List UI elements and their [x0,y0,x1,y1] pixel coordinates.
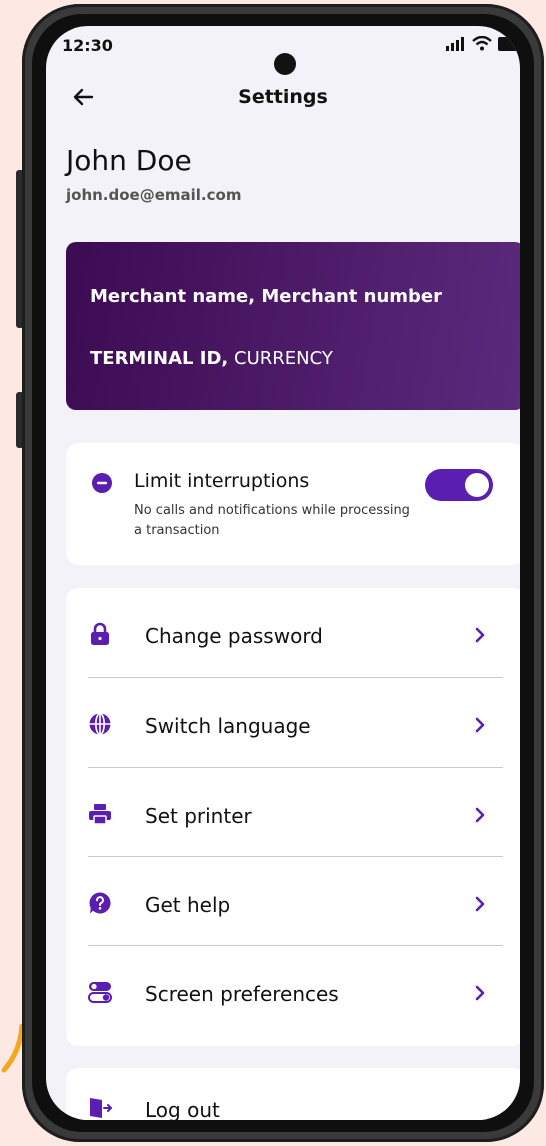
settings-menu: Change password Switch language Set prin… [66,588,520,1046]
help-icon [89,892,111,914]
limit-interruptions-title: Limit interruptions [134,470,310,492]
app-bar: Settings [46,78,520,118]
currency-label: CURRENCY [234,348,333,369]
menu-item-change-password[interactable]: Change password [66,588,520,677]
menu-item-get-help[interactable]: Get help [66,857,520,946]
limit-interruptions-toggle[interactable] [425,469,493,501]
toggles-icon [88,982,112,1003]
page-title: Settings [238,86,328,108]
globe-icon [89,712,111,736]
status-time: 12:30 [62,36,113,55]
signal-icon [446,36,464,51]
menu-item-label: Change password [145,624,323,648]
menu-item-label: Switch language [145,714,311,738]
limit-interruptions-description: No calls and notifications while process… [134,503,410,538]
toggle-knob [465,473,489,497]
status-icons [446,36,520,51]
logout-button[interactable]: Log out [66,1068,520,1120]
chevron-right-icon [475,985,485,1001]
printer-icon [89,804,111,825]
limit-interruptions-card: Limit interruptions No calls and notific… [66,443,520,565]
chevron-right-icon [475,896,485,912]
wifi-icon [472,36,492,51]
lock-icon [91,622,109,645]
logout-label: Log out [145,1098,220,1120]
logout-icon [90,1098,112,1118]
merchant-card: Merchant name, Merchant number TERMINAL … [66,242,520,410]
phone-frame: 12:30 Settings John Doe john.doe@email.c… [22,4,544,1142]
front-camera [274,53,296,75]
menu-item-screen-preferences[interactable]: Screen preferences [66,946,520,1035]
chevron-right-icon [475,717,485,733]
menu-item-label: Screen preferences [145,982,339,1006]
menu-item-switch-language[interactable]: Switch language [66,678,520,767]
user-email: john.doe@email.com [66,186,242,204]
phone-bezel: 12:30 Settings John Doe john.doe@email.c… [32,14,534,1132]
menu-item-label: Get help [145,893,231,917]
merchant-name-number: Merchant name, Merchant number [90,286,443,307]
terminal-currency: TERMINAL ID, CURRENCY [90,348,333,369]
phone-screen: 12:30 Settings John Doe john.doe@email.c… [46,26,520,1120]
chevron-right-icon [475,627,485,643]
user-name: John Doe [66,144,192,177]
chevron-right-icon [475,807,485,823]
logout-card: Log out [66,1068,520,1120]
battery-icon [498,36,520,51]
menu-item-set-printer[interactable]: Set printer [66,768,520,857]
menu-item-label: Set printer [145,804,252,828]
terminal-id-label: TERMINAL ID, [90,348,229,369]
minus-circle-icon [92,473,112,493]
